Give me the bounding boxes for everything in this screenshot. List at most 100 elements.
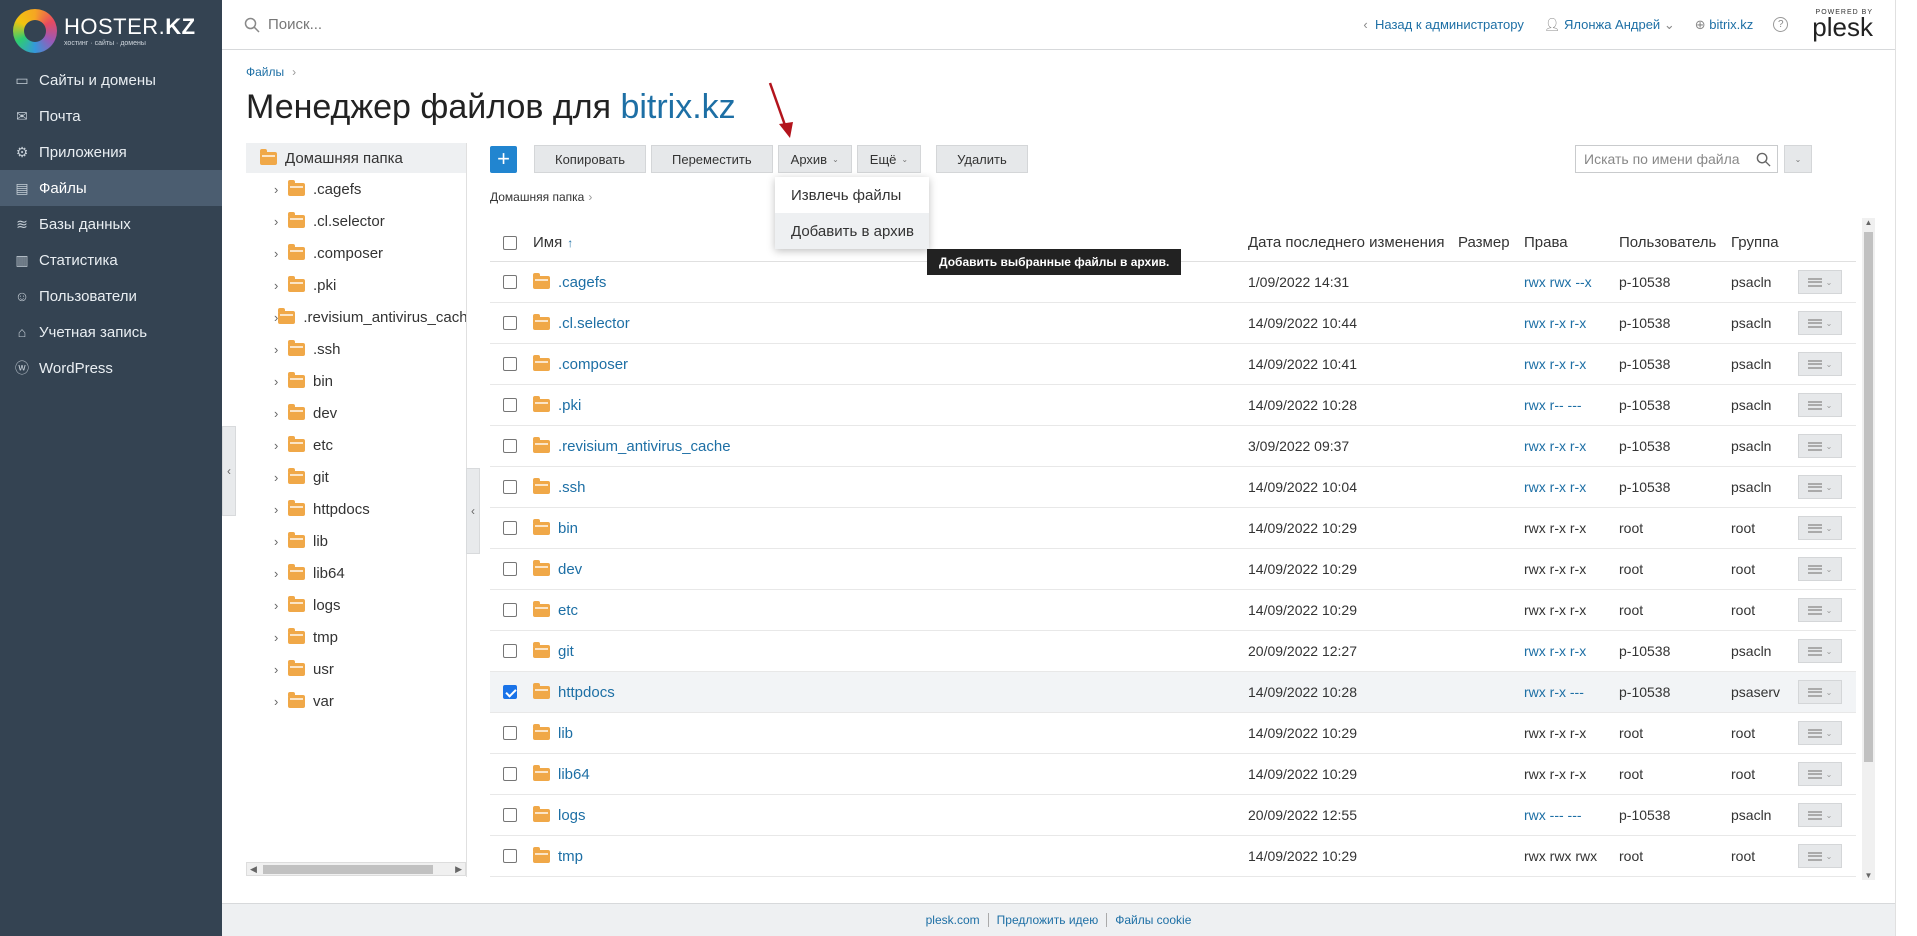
tree-item[interactable]: › .revisium_antivirus_cache [246,301,466,333]
row-actions-button[interactable]: ⌄ [1798,475,1842,499]
search-options-button[interactable]: ⌄ [1784,145,1812,173]
table-row[interactable]: .ssh 14/09/2022 10:04 rwx r-x r-x p-10538 ps… [490,467,1856,508]
table-row[interactable]: httpdocs 14/09/2022 10:28 rwx r-x --- p-105… [490,672,1856,713]
tree-item[interactable]: › .composer [246,237,466,269]
sidebar-item-3[interactable]: ▤ Файлы [0,170,222,206]
table-row[interactable]: etc 14/09/2022 10:29 rwx r-x r-x root root ⌄ [490,590,1856,631]
help-icon[interactable]: ? [1773,17,1789,32]
row-perms[interactable]: rwx r-x r-x [1524,438,1619,454]
move-button[interactable]: Переместить [651,145,773,173]
row-perms[interactable]: rwx r-x r-x [1524,479,1619,495]
tree-root-home[interactable]: Домашняя папка [246,143,466,173]
column-perms-header[interactable]: Права [1524,234,1619,251]
back-to-admin-label[interactable]: Назад к администратору [1375,17,1524,32]
tree-item[interactable]: › var [246,685,466,717]
row-name-link[interactable]: .ssh [558,479,586,496]
row-checkbox[interactable] [503,562,517,576]
scroll-left-icon[interactable]: ◀ [250,863,257,875]
tree-scroll-thumb[interactable] [263,865,433,874]
row-actions-button[interactable]: ⌄ [1798,598,1842,622]
page-title-domain[interactable]: bitrix.kz [620,88,735,126]
table-row[interactable]: tmp 14/09/2022 10:29 rwx rwx rwx root root ⌄ [490,836,1856,877]
tree-item[interactable]: › git [246,461,466,493]
breadcrumb-files-link[interactable]: Файлы [246,65,284,79]
row-name-link[interactable]: .pki [558,397,581,414]
row-checkbox[interactable] [503,480,517,494]
table-row[interactable]: logs 20/09/2022 12:55 rwx --- --- p-10538 ps… [490,795,1856,836]
row-name-link[interactable]: .revisium_antivirus_cache [558,438,731,455]
row-checkbox[interactable] [503,357,517,371]
row-perms[interactable]: rwx r-x r-x [1524,356,1619,372]
domain-link[interactable]: ⊕ bitrix.kz [1695,17,1754,33]
global-search[interactable]: Поиск... [222,16,822,33]
row-name-link[interactable]: .composer [558,356,628,373]
sidebar-collapse-handle[interactable]: ‹ [222,426,236,516]
chevron-right-icon[interactable]: › [274,470,288,485]
chevron-right-icon[interactable]: › [274,662,288,677]
tree-item[interactable]: › .cl.selector [246,205,466,237]
row-perms[interactable]: rwx r-x --- [1524,684,1619,700]
table-scroll-thumb[interactable] [1864,232,1873,762]
row-perms[interactable]: rwx rwx --x [1524,274,1619,290]
row-name-link[interactable]: git [558,643,574,660]
column-size-header[interactable]: Размер [1458,234,1524,251]
chevron-right-icon[interactable]: › [274,406,288,421]
chevron-right-icon[interactable]: › [274,246,288,261]
footer-link[interactable]: plesk.com [918,913,988,927]
table-row[interactable]: dev 14/09/2022 10:29 rwx r-x r-x root root ⌄ [490,549,1856,590]
sidebar-item-6[interactable]: ☺ Пользователи [0,278,222,314]
file-search-input[interactable]: Искать по имени файла [1575,145,1778,173]
chevron-right-icon[interactable]: › [274,342,288,357]
chevron-right-icon[interactable]: › [274,694,288,709]
tree-horizontal-scrollbar[interactable]: ◀ ▶ [246,862,466,876]
global-search-input[interactable]: Поиск... [268,16,322,33]
row-checkbox[interactable] [503,767,517,781]
row-actions-button[interactable]: ⌄ [1798,352,1842,376]
row-checkbox[interactable] [503,439,517,453]
chevron-right-icon[interactable]: › [274,534,288,549]
archive-button[interactable]: Архив ⌄ [777,145,852,173]
chevron-right-icon[interactable]: › [274,630,288,645]
tree-item[interactable]: › usr [246,653,466,685]
scroll-right-icon[interactable]: ▶ [455,863,462,875]
tree-item[interactable]: › logs [246,589,466,621]
row-perms[interactable]: rwx r-x r-x [1524,643,1619,659]
row-actions-button[interactable]: ⌄ [1798,762,1842,786]
row-name-link[interactable]: httpdocs [558,684,615,701]
tree-item[interactable]: › etc [246,429,466,461]
content-breadcrumb-home[interactable]: Домашняя папка [490,190,584,204]
row-checkbox[interactable] [503,316,517,330]
chevron-right-icon[interactable]: › [274,278,288,293]
table-row[interactable]: .revisium_antivirus_cache 3/09/2022 09:37… [490,426,1856,467]
row-name-link[interactable]: .cagefs [558,274,606,291]
chevron-right-icon[interactable]: › [274,502,288,517]
row-checkbox[interactable] [503,521,517,535]
sidebar-item-5[interactable]: ▥ Статистика [0,242,222,278]
row-checkbox[interactable] [503,644,517,658]
row-actions-button[interactable]: ⌄ [1798,393,1842,417]
chevron-right-icon[interactable]: › [274,374,288,389]
row-checkbox[interactable] [503,849,517,863]
row-actions-button[interactable]: ⌄ [1798,434,1842,458]
row-checkbox[interactable] [503,726,517,740]
row-checkbox[interactable] [503,808,517,822]
row-name-link[interactable]: .cl.selector [558,315,630,332]
back-to-admin-link[interactable]: ‹ Назад к администратору [1363,17,1523,32]
scroll-down-icon[interactable]: ▼ [1862,871,1875,880]
row-checkbox[interactable] [503,275,517,289]
table-row[interactable]: lib 14/09/2022 10:29 rwx r-x r-x root root ⌄ [490,713,1856,754]
chevron-right-icon[interactable]: › [274,214,288,229]
sidebar-item-0[interactable]: ▭ Сайты и домены [0,62,222,98]
table-row[interactable]: .cl.selector 14/09/2022 10:44 rwx r-x r-x p… [490,303,1856,344]
row-perms[interactable]: rwx r-- --- [1524,397,1619,413]
row-name-link[interactable]: bin [558,520,578,537]
row-checkbox[interactable] [503,398,517,412]
table-row[interactable]: .pki 14/09/2022 10:28 rwx r-- --- p-10538 ps… [490,385,1856,426]
tree-collapse-handle[interactable]: ‹ [466,468,480,554]
tree-item[interactable]: › tmp [246,621,466,653]
row-actions-button[interactable]: ⌄ [1798,557,1842,581]
add-to-archive-menu-item[interactable]: Добавить в архив [775,213,929,249]
footer-link[interactable]: Файлы cookie [1106,913,1199,927]
tree-item[interactable]: › bin [246,365,466,397]
sidebar-item-2[interactable]: ⚙ Приложения [0,134,222,170]
